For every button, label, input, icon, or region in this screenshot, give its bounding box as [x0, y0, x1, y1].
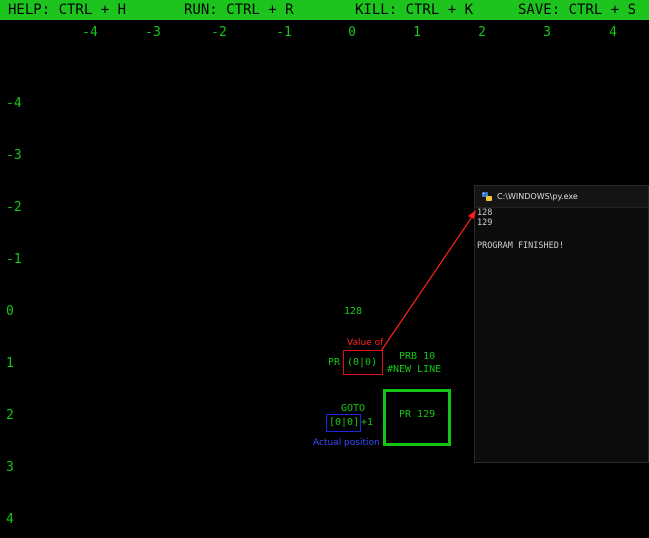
value-of-arrow: [380, 210, 476, 352]
